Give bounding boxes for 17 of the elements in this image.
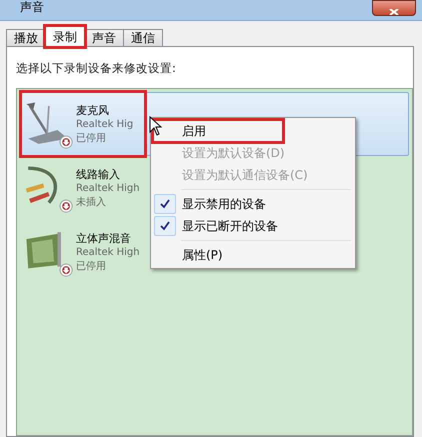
menu-item-label: 属性(P)	[182, 246, 223, 264]
menu-item-label: 显示禁用的设备	[182, 196, 266, 212]
menu-item-label: 设置为默认设备(D)	[182, 144, 285, 162]
device-status: 已停用	[76, 132, 107, 145]
device-driver: Realtek High	[76, 247, 140, 258]
device-name: 立体声混音	[76, 231, 132, 246]
instruction-text: 选择以下录制设备来修改设置:	[16, 61, 177, 76]
menu-item-label: 设置为默认通信设备(C)	[182, 166, 308, 184]
menu-item-label: 启用	[182, 122, 206, 140]
device-name: 麦克风	[76, 103, 110, 118]
device-driver: Realtek Hig	[76, 119, 134, 130]
menu-item-label: 显示已断开的设备	[182, 218, 278, 234]
device-name: 线路输入	[76, 167, 121, 182]
device-status: 已停用	[76, 260, 107, 273]
device-driver: Realtek High	[76, 183, 140, 194]
device-status: 未插入	[76, 196, 107, 209]
window-title: 声音	[19, 0, 44, 15]
